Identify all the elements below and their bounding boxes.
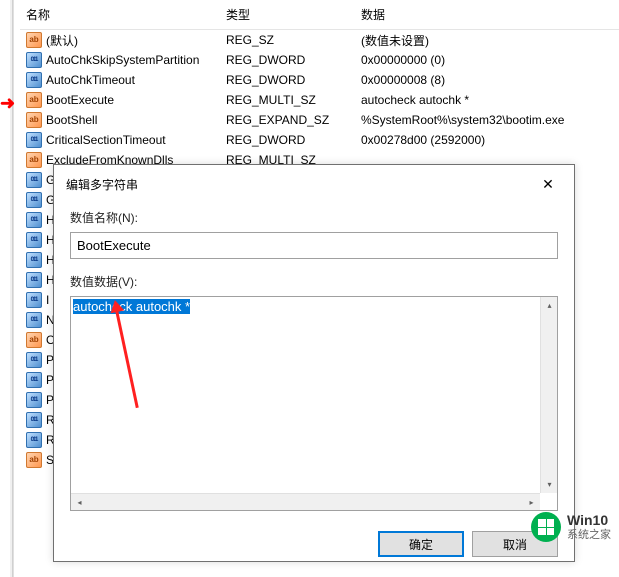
registry-type-cell: REG_EXPAND_SZ	[220, 113, 355, 127]
reg-binary-icon	[26, 352, 42, 368]
watermark-line1: Win10	[567, 512, 611, 529]
registry-name-cell: AutoChkSkipSystemPartition	[20, 52, 220, 68]
red-arrow-left-icon: ➜	[0, 93, 15, 114]
reg-string-icon	[26, 152, 42, 168]
registry-name-cell: BootShell	[20, 112, 220, 128]
reg-string-icon	[26, 112, 42, 128]
reg-binary-icon	[26, 192, 42, 208]
watermark: Win10 系统之家	[531, 512, 611, 542]
dialog-titlebar[interactable]: 编辑多字符串 ✕	[54, 165, 574, 201]
watermark-line2: 系统之家	[567, 529, 611, 542]
reg-binary-icon	[26, 292, 42, 308]
ok-button[interactable]: 确定	[378, 531, 464, 557]
registry-name-text: BootShell	[46, 113, 97, 127]
reg-binary-icon	[26, 252, 42, 268]
registry-name-cell: (默认)	[20, 32, 220, 49]
reg-string-icon	[26, 92, 42, 108]
registry-data-cell: %SystemRoot%\system32\bootim.exe	[355, 113, 619, 127]
registry-type-cell: REG_DWORD	[220, 73, 355, 87]
registry-name-cell: BootExecute	[20, 92, 220, 108]
registry-row[interactable]: CriticalSectionTimeout REG_DWORD0x00278d0…	[20, 130, 619, 150]
dialog-title-text: 编辑多字符串	[66, 176, 138, 193]
registry-name-text: BootExecute	[46, 93, 114, 107]
registry-type-cell: REG_MULTI_SZ	[220, 93, 355, 107]
registry-data-cell: 0x00278d00 (2592000)	[355, 133, 619, 147]
registry-row[interactable]: AutoChkTimeout REG_DWORD0x00000008 (8)	[20, 70, 619, 90]
registry-name-text: AutoChkTimeout	[46, 73, 135, 87]
reg-binary-icon	[26, 412, 42, 428]
scroll-right-icon[interactable]: ▸	[523, 494, 540, 511]
reg-binary-icon	[26, 172, 42, 188]
reg-string-icon	[26, 332, 42, 348]
registry-type-cell: REG_DWORD	[220, 53, 355, 67]
registry-data-cell: 0x00000008 (8)	[355, 73, 619, 87]
value-name-input[interactable]	[70, 232, 558, 259]
registry-name-cell: CriticalSectionTimeout	[20, 132, 220, 148]
reg-binary-icon	[26, 52, 42, 68]
col-header-type[interactable]: 类型	[220, 4, 355, 25]
value-data-textarea[interactable]: autocheck autochk *	[71, 297, 557, 510]
close-icon[interactable]: ✕	[532, 173, 564, 195]
windows-logo-icon	[531, 512, 561, 542]
registry-name-text: I	[46, 293, 49, 307]
horizontal-scrollbar[interactable]: ◂ ▸	[71, 493, 540, 510]
scroll-up-icon[interactable]: ▴	[541, 297, 558, 314]
col-header-name[interactable]: 名称	[20, 4, 220, 25]
reg-binary-icon	[26, 372, 42, 388]
registry-type-cell: REG_SZ	[220, 33, 355, 47]
reg-string-icon	[26, 32, 42, 48]
registry-data-cell: autocheck autochk *	[355, 93, 619, 107]
registry-name-text: (默认)	[46, 32, 78, 49]
registry-row[interactable]: BootShell REG_EXPAND_SZ%SystemRoot%\syste…	[20, 110, 619, 130]
reg-string-icon	[26, 452, 42, 468]
scroll-left-icon[interactable]: ◂	[71, 494, 88, 511]
reg-binary-icon	[26, 132, 42, 148]
reg-binary-icon	[26, 272, 42, 288]
registry-data-cell: (数值未设置)	[355, 32, 619, 49]
registry-type-cell: REG_DWORD	[220, 133, 355, 147]
reg-binary-icon	[26, 72, 42, 88]
col-header-data[interactable]: 数据	[355, 4, 619, 25]
edit-multistring-dialog: 编辑多字符串 ✕ 数值名称(N): 数值数据(V): autocheck aut…	[53, 164, 575, 562]
registry-data-cell: 0x00000000 (0)	[355, 53, 619, 67]
registry-row[interactable]: AutoChkSkipSystemPartition REG_DWORD0x000…	[20, 50, 619, 70]
registry-row[interactable]: (默认) REG_SZ(数值未设置)	[20, 30, 619, 50]
vertical-scrollbar[interactable]: ▴ ▾	[540, 297, 557, 493]
registry-name-cell: AutoChkTimeout	[20, 72, 220, 88]
reg-binary-icon	[26, 432, 42, 448]
registry-row[interactable]: BootExecute REG_MULTI_SZautocheck autochk…	[20, 90, 619, 110]
reg-binary-icon	[26, 312, 42, 328]
registry-header: 名称 类型 数据	[20, 0, 619, 30]
reg-binary-icon	[26, 392, 42, 408]
reg-binary-icon	[26, 232, 42, 248]
registry-name-text: CriticalSectionTimeout	[46, 133, 166, 147]
registry-name-text: AutoChkSkipSystemPartition	[46, 53, 199, 67]
value-name-label: 数值名称(N):	[70, 209, 558, 226]
scroll-down-icon[interactable]: ▾	[541, 476, 558, 493]
value-data-label: 数值数据(V):	[70, 273, 558, 290]
value-data-textarea-wrap: autocheck autochk * ▴ ▾ ◂ ▸	[70, 296, 558, 511]
reg-binary-icon	[26, 212, 42, 228]
